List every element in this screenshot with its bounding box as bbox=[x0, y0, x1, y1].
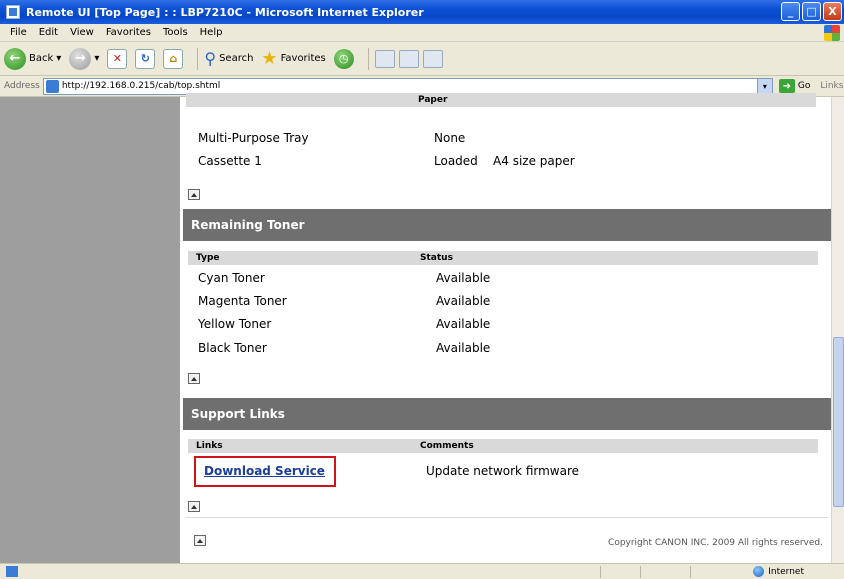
toner-status: Available bbox=[436, 294, 491, 308]
go-label: Go bbox=[797, 81, 811, 91]
print-icon[interactable] bbox=[398, 49, 419, 68]
history-icon[interactable]: ◷ bbox=[333, 48, 354, 69]
page-icon bbox=[45, 79, 59, 93]
stop-icon[interactable]: ✕ bbox=[107, 48, 128, 69]
status-divider bbox=[690, 566, 691, 578]
toner-type: Magenta Toner bbox=[198, 294, 287, 308]
zone-label: Internet bbox=[768, 566, 804, 577]
support-table-header: Links Comments bbox=[188, 439, 818, 453]
support-links-header: Links bbox=[196, 441, 223, 451]
maximize-button[interactable]: □ bbox=[802, 2, 821, 21]
menu-edit[interactable]: Edit bbox=[33, 27, 64, 38]
table-row: Download Service Update network firmware bbox=[204, 464, 804, 480]
main-pane: Paper Multi-Purpose Tray None Cassette 1… bbox=[180, 93, 831, 563]
paper-status: Loaded A4 size paper bbox=[434, 154, 575, 168]
vertical-scrollbar[interactable] bbox=[831, 97, 844, 563]
table-row: Multi-Purpose Tray None bbox=[198, 131, 798, 147]
go-button[interactable]: ➜ Go bbox=[778, 79, 811, 93]
forward-arrow-icon: → bbox=[69, 47, 92, 70]
menu-file[interactable]: File bbox=[4, 27, 33, 38]
back-dropdown-icon[interactable]: ▾ bbox=[56, 53, 61, 64]
back-button[interactable]: ← Back ▾ bbox=[4, 47, 61, 70]
table-row: Black Toner Available bbox=[198, 341, 798, 357]
address-input[interactable]: http://192.168.0.215/cab/top.shtml ▾ bbox=[42, 77, 773, 95]
toolbar-separator bbox=[197, 47, 199, 70]
toolbar-separator-2 bbox=[367, 47, 369, 70]
back-to-top-button[interactable] bbox=[188, 373, 200, 384]
support-comments-header: Comments bbox=[420, 441, 474, 451]
footer-divider bbox=[186, 517, 828, 518]
security-zone: Internet bbox=[753, 566, 804, 577]
close-button[interactable]: X bbox=[823, 2, 842, 21]
paper-status-header: Paper bbox=[418, 95, 448, 105]
search-label: Search bbox=[219, 53, 254, 64]
forward-dropdown-icon[interactable]: ▾ bbox=[94, 53, 99, 64]
forward-button[interactable]: → ▾ bbox=[69, 47, 99, 70]
copyright-text: Copyright CANON INC. 2009 All rights res… bbox=[608, 538, 823, 548]
menu-tools[interactable]: Tools bbox=[157, 27, 194, 38]
toner-status: Available bbox=[436, 271, 491, 285]
back-to-top-button[interactable] bbox=[194, 535, 206, 546]
address-url: http://192.168.0.215/cab/top.shtml bbox=[61, 81, 221, 91]
search-button[interactable]: ⚲ Search bbox=[204, 49, 253, 68]
page-content: Paper Multi-Purpose Tray None Cassette 1… bbox=[0, 93, 844, 563]
window-title: Remote UI [Top Page] : : LBP7210C - Micr… bbox=[26, 5, 424, 19]
favorites-label: Favorites bbox=[280, 53, 326, 64]
page-status-icon bbox=[6, 566, 18, 577]
favorites-button[interactable]: ★ Favorites bbox=[261, 48, 325, 69]
toner-status-header: Status bbox=[420, 253, 453, 263]
toner-type-header: Type bbox=[196, 253, 220, 263]
address-dropdown-icon[interactable]: ▾ bbox=[756, 78, 772, 94]
toner-status: Available bbox=[436, 341, 491, 355]
status-bar: Internet bbox=[0, 563, 844, 579]
toner-status: Available bbox=[436, 317, 491, 331]
back-label: Back bbox=[29, 53, 54, 64]
toner-type: Black Toner bbox=[198, 341, 267, 355]
support-comment: Update network firmware bbox=[426, 464, 580, 478]
menu-favorites[interactable]: Favorites bbox=[100, 27, 157, 38]
edit-page-icon[interactable] bbox=[422, 49, 443, 68]
back-arrow-icon: ← bbox=[4, 47, 26, 70]
back-to-top-button[interactable] bbox=[188, 189, 200, 200]
ie-app-icon bbox=[6, 5, 20, 19]
menu-bar: File Edit View Favorites Tools Help bbox=[0, 24, 844, 42]
home-icon[interactable]: ⌂ bbox=[163, 48, 184, 69]
toner-type: Cyan Toner bbox=[198, 271, 265, 285]
table-row: Yellow Toner Available bbox=[198, 317, 798, 333]
favorites-star-icon: ★ bbox=[261, 48, 278, 69]
section-header-remaining-toner: Remaining Toner bbox=[183, 209, 831, 241]
section-header-support-links: Support Links bbox=[183, 398, 831, 430]
menu-help[interactable]: Help bbox=[194, 27, 229, 38]
toner-type: Yellow Toner bbox=[198, 317, 272, 331]
refresh-icon[interactable]: ↻ bbox=[135, 48, 156, 69]
menu-view[interactable]: View bbox=[64, 27, 100, 38]
window-title-bar: Remote UI [Top Page] : : LBP7210C - Micr… bbox=[0, 0, 844, 24]
status-divider bbox=[600, 566, 601, 578]
scrollbar-thumb[interactable] bbox=[833, 337, 844, 507]
mail-icon[interactable] bbox=[374, 49, 395, 68]
table-row: Cassette 1 Loaded A4 size paper bbox=[198, 154, 798, 170]
status-divider bbox=[640, 566, 641, 578]
download-service-link[interactable]: Download Service bbox=[204, 464, 325, 478]
internet-globe-icon bbox=[753, 566, 765, 577]
paper-status: None bbox=[434, 131, 466, 145]
paper-type: Cassette 1 bbox=[198, 154, 262, 168]
paper-table-header: Paper bbox=[186, 93, 816, 107]
back-to-top-button[interactable] bbox=[188, 501, 200, 512]
left-navigation-pane bbox=[0, 97, 180, 563]
go-arrow-icon: ➜ bbox=[778, 79, 795, 93]
toolbar: ← Back ▾ → ▾ ✕ ↻ ⌂ ⚲ Search ★ Favorites … bbox=[0, 42, 844, 76]
paper-type: Multi-Purpose Tray bbox=[198, 131, 309, 145]
windows-logo-icon bbox=[824, 25, 840, 41]
minimize-button[interactable]: _ bbox=[781, 2, 800, 21]
links-label[interactable]: Links bbox=[820, 81, 843, 91]
table-row: Magenta Toner Available bbox=[198, 294, 798, 310]
toner-table-header: Type Status bbox=[188, 251, 818, 265]
address-label: Address bbox=[4, 81, 40, 91]
search-icon: ⚲ bbox=[204, 49, 217, 68]
table-row: Cyan Toner Available bbox=[198, 271, 798, 287]
